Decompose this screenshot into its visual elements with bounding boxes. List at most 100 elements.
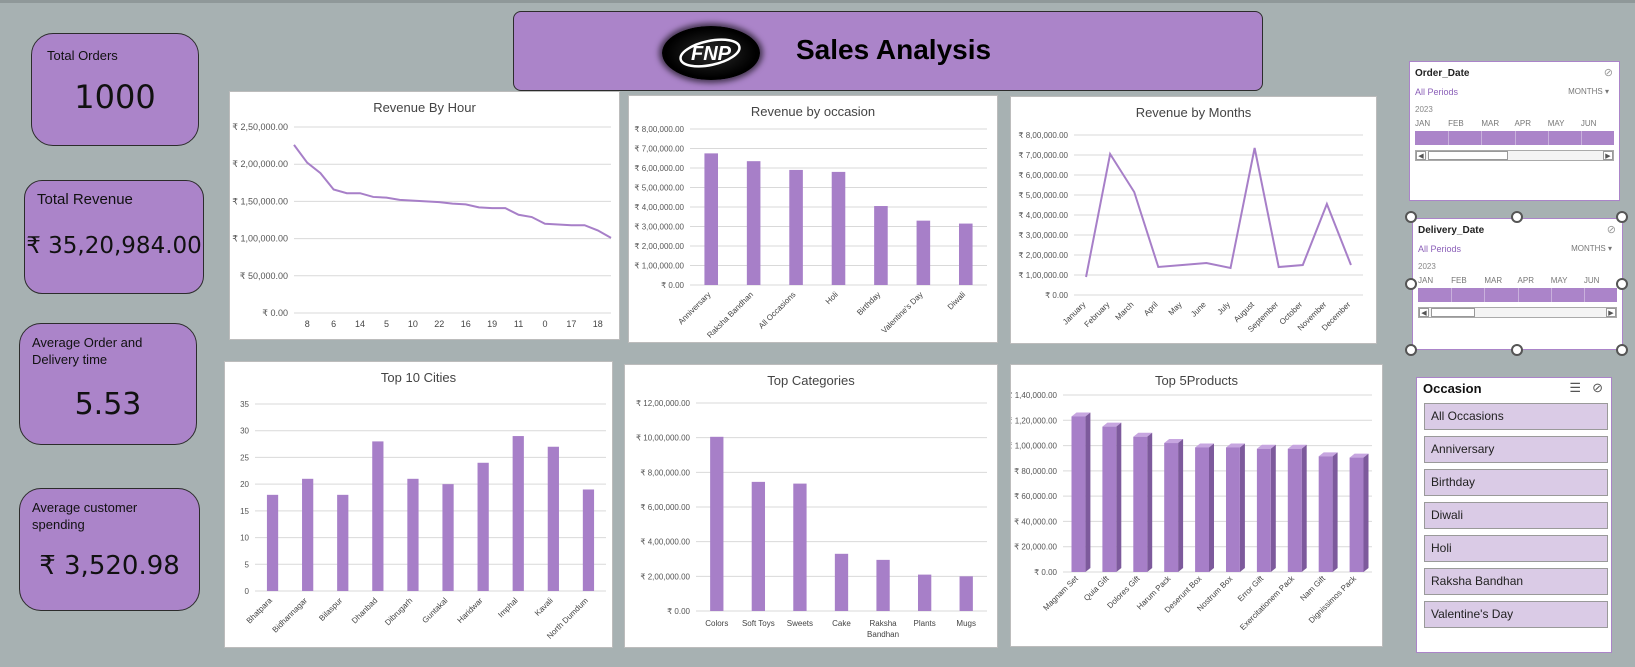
time-level-value: MONTHS [1568, 87, 1603, 96]
bar-side [1332, 452, 1338, 572]
resize-handle[interactable] [1616, 344, 1628, 356]
chart-top-5-products[interactable]: Top 5Products ₹ 0.00 ₹ 20,000.00 ₹ 40,000.… [1010, 364, 1383, 647]
y-tick-label: ₹ 60,000.00 [1014, 492, 1057, 501]
slicer-title: Occasion [1423, 381, 1482, 396]
x-tick-label: 11 [514, 319, 523, 329]
chart-plot: 0 5 10 15 20 25 30 35 BhatparaBidhannagar Bilaspu… [240, 400, 606, 641]
scroll-right-icon[interactable]: ▶ [1606, 308, 1616, 317]
y-tick-label: 0 [245, 587, 250, 596]
bar [407, 478, 419, 591]
timeline-scrollbar[interactable]: ◀ ▶ [1418, 307, 1617, 318]
bar-side [1147, 432, 1153, 572]
x-tick-label: Raksha Bandhan [705, 290, 755, 340]
timeline-selection-bar[interactable] [1415, 131, 1614, 145]
slicer-item[interactable]: All Occasions [1424, 403, 1608, 430]
chart-plot: ₹ 0.00 ₹ 20,000.00 ₹ 40,000.00 ₹ 60,000.00 ₹… [1011, 391, 1372, 632]
bar [917, 574, 932, 611]
resize-handle[interactable] [1616, 278, 1628, 290]
x-tick-label: Kavali [533, 596, 555, 618]
y-tick-label: ₹ 0.00 [667, 607, 690, 616]
resize-handle[interactable] [1511, 344, 1523, 356]
scroll-right-icon[interactable]: ▶ [1603, 151, 1613, 160]
y-tick-label: ₹ 0.00 [1045, 291, 1068, 300]
y-tick-label: ₹ 1,40,000.00 [1011, 391, 1058, 400]
y-tick-label: ₹ 2,00,000.00 [232, 159, 288, 169]
bar [442, 484, 454, 591]
delivery-date-slicer[interactable]: Delivery_Date ⊘ All Periods MONTHS ▾ 202… [1412, 218, 1623, 350]
slicer-item[interactable]: Anniversary [1424, 436, 1608, 463]
month-label: FEB [1451, 276, 1467, 285]
bar [477, 462, 489, 591]
x-tick-label: 5 [384, 319, 389, 329]
y-tick-label: ₹ 1,50,000.00 [232, 196, 288, 206]
timeline-scrollbar[interactable]: ◀ ▶ [1415, 150, 1614, 161]
bar [302, 478, 314, 591]
x-tick-label: Bidhannagar [271, 596, 310, 635]
y-tick-label: ₹ 4,00,000.00 [640, 538, 690, 547]
kpi-label: Average customer spending [32, 500, 138, 532]
occasion-slicer[interactable]: Occasion ☰ ⊘ All Occasions Anniversary B… [1416, 377, 1612, 653]
y-tick-label: ₹ 8,00,000.00 [1018, 131, 1068, 140]
y-tick-label: ₹ 12,00,000.00 [636, 399, 691, 408]
scroll-thumb[interactable] [1428, 151, 1508, 160]
x-tick-label: Sweets [787, 619, 813, 628]
kpi-total-orders: Total Orders 1000 [31, 33, 199, 146]
x-tick-label: Bilaspur [317, 596, 344, 623]
x-tick-label: Magnam Set [1041, 574, 1080, 613]
y-tick-label: 30 [240, 427, 249, 436]
kpi-value: 1000 [74, 78, 156, 116]
chart-revenue-by-occasion[interactable]: Revenue by occasion ₹ 0.00 ₹ 1,00,000.00 ₹… [628, 95, 998, 343]
chart-plot: ₹ 0.00 ₹ 2,00,000.00 ₹ 4,00,000.00 ₹ 6,00,0… [636, 399, 987, 639]
slicer-item[interactable]: Raksha Bandhan [1424, 568, 1608, 595]
slicer-item[interactable]: Holi [1424, 535, 1608, 562]
slicer-item[interactable]: Valentine's Day [1424, 601, 1608, 628]
clear-filter-icon[interactable]: ⊘ [1592, 380, 1603, 396]
multi-select-icon[interactable]: ☰ [1569, 380, 1581, 396]
chart-plot: ₹ 0.00 ₹ 1,00,000.00 ₹ 2,00,000.00 ₹ 3,00,0… [634, 125, 987, 340]
kpi-value: 5.53 [74, 387, 142, 422]
chart-plot: ₹ 0.00 ₹ 50,000.00 ₹ 1,00,000.00 ₹ 1,50,000… [232, 122, 612, 329]
x-tick-label: Soft Toys [742, 619, 775, 628]
y-tick-label: ₹ 4,00,000.00 [634, 203, 684, 212]
x-tick-label: Mugs [956, 619, 976, 628]
clear-filter-icon[interactable]: ⊘ [1604, 66, 1613, 79]
resize-handle[interactable] [1405, 211, 1417, 223]
x-tick-label: 22 [434, 319, 444, 329]
bar [958, 223, 973, 285]
x-tick-label: Quia Gift [1082, 574, 1111, 603]
order-date-slicer[interactable]: Order_Date ⊘ All Periods MONTHS ▾ 2023 J… [1409, 61, 1620, 201]
x-tick-label: Valentine's Day [880, 290, 925, 335]
chart-revenue-by-hour[interactable]: Revenue By Hour ₹ 0.00 ₹ 50,000.00 ₹ 1,00,… [229, 91, 620, 340]
scroll-left-icon[interactable]: ◀ [1419, 308, 1429, 317]
scroll-thumb[interactable] [1431, 308, 1475, 317]
chart-top-10-cities[interactable]: Top 10 Cities 0 5 10 15 20 25 30 35 Bhatpara Bidh… [224, 361, 613, 648]
time-level-dropdown[interactable]: MONTHS ▾ [1568, 87, 1609, 96]
y-tick-label: ₹ 6,00,000.00 [640, 503, 690, 512]
bar [1318, 456, 1333, 572]
resize-handle[interactable] [1405, 278, 1417, 290]
slicer-item[interactable]: Diwali [1424, 502, 1608, 529]
month-label: JAN [1418, 276, 1434, 285]
scroll-left-icon[interactable]: ◀ [1416, 151, 1426, 160]
resize-handle[interactable] [1616, 211, 1628, 223]
bar-side [1116, 422, 1122, 572]
x-tick-label: Nam Gift [1298, 574, 1327, 603]
slicer-item[interactable]: Birthday [1424, 469, 1608, 496]
x-tick-label: 8 [305, 319, 310, 329]
resize-handle[interactable] [1405, 344, 1417, 356]
clear-filter-icon[interactable]: ⊘ [1607, 223, 1616, 236]
month-label: FEB [1448, 119, 1464, 128]
y-tick-label: ₹ 40,000.00 [1014, 517, 1057, 526]
x-tick-label: All Occasions [757, 290, 798, 331]
slicer-title: Order_Date [1415, 68, 1470, 79]
timeline-selection-bar[interactable] [1418, 288, 1617, 302]
chart-revenue-by-months[interactable]: Revenue by Months ₹ 0.00 ₹ 1,00,000.00 ₹ 2… [1010, 96, 1377, 344]
all-periods-label[interactable]: All Periods [1418, 244, 1461, 254]
resize-handle[interactable] [1511, 211, 1523, 223]
all-periods-label[interactable]: All Periods [1415, 87, 1458, 97]
chart-top-categories[interactable]: Top Categories ₹ 0.00 ₹ 2,00,000.00 ₹ 4,00… [624, 364, 998, 648]
x-tick-label: Anniversary [676, 290, 712, 326]
time-level-dropdown[interactable]: MONTHS ▾ [1571, 244, 1612, 253]
x-tick-label: Birthday [855, 290, 882, 317]
kpi-label: Average Order and Delivery time [32, 335, 143, 367]
